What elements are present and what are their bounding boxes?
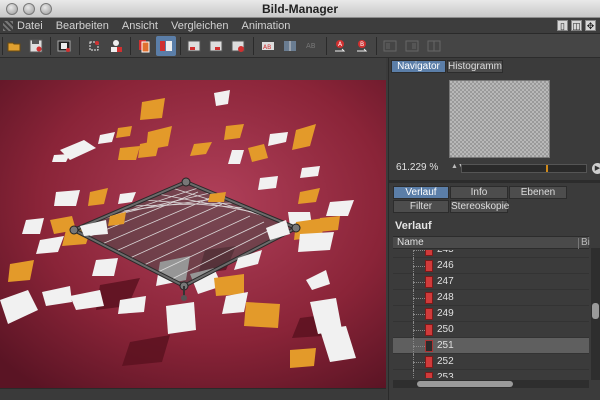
compare-button[interactable] xyxy=(156,36,176,56)
user-icon xyxy=(111,40,122,52)
open-folder-button[interactable] xyxy=(4,36,24,56)
folder-icon xyxy=(7,42,21,52)
list-item[interactable]: 249 xyxy=(393,306,589,322)
tab-ebenen[interactable]: Ebenen xyxy=(509,186,567,199)
panel-divider[interactable] xyxy=(389,180,600,183)
verlauf-list: 245 246 247 248 249 xyxy=(393,250,589,378)
frame-thumbnail-icon xyxy=(425,324,433,336)
frame-thumbnail-icon xyxy=(425,292,433,304)
image-gear-icon xyxy=(231,40,245,52)
navigator-preview[interactable] xyxy=(449,80,550,158)
save-button[interactable] xyxy=(26,36,46,56)
frame-thumbnail-icon xyxy=(425,276,433,288)
horizontal-scroll-thumb[interactable] xyxy=(417,381,513,387)
set-b-icon: B xyxy=(357,40,368,52)
frame-thumbnail-icon xyxy=(425,356,433,368)
stereo-a-button[interactable] xyxy=(380,36,400,56)
stereo-b-button[interactable] xyxy=(402,36,422,56)
tab-histogramm[interactable]: Histogramm xyxy=(447,60,503,73)
menu-bar: Datei Bearbeiten Ansicht Vergleichen Ani… xyxy=(0,18,600,34)
list-item[interactable]: 252 xyxy=(393,354,589,370)
view-ab-button[interactable] xyxy=(228,36,248,56)
timeline-slider[interactable] xyxy=(461,164,587,173)
stereo-ab-icon xyxy=(427,40,441,52)
image-view-b-icon xyxy=(209,40,223,52)
frame-thumbnail-icon xyxy=(425,250,433,256)
list-item[interactable]: 245 xyxy=(393,250,589,258)
frame-thumbnail-icon xyxy=(425,308,433,320)
list-item[interactable]: 253 xyxy=(393,370,589,378)
list-item[interactable]: 246 xyxy=(393,258,589,274)
copy-icon xyxy=(139,40,150,53)
menu-grip-icon[interactable] xyxy=(3,21,13,31)
list-header: Name Bi xyxy=(393,236,590,249)
list-item[interactable]: 247 xyxy=(393,274,589,290)
ab-swap-icon: AB xyxy=(306,42,316,50)
set-a-icon: A xyxy=(335,40,346,52)
stereo-a-icon xyxy=(383,40,397,52)
ab-split-button[interactable] xyxy=(280,36,300,56)
tab-stereoskopie[interactable]: Stereoskopie xyxy=(450,200,509,213)
render-image xyxy=(0,80,386,388)
ab-split-icon xyxy=(284,41,296,51)
copy-image-button[interactable] xyxy=(134,36,154,56)
menu-animation[interactable]: Animation xyxy=(241,19,290,33)
bild-manager-window: Bild-Manager Datei Bearbeiten Ansicht Ve… xyxy=(0,0,600,400)
compare-icon xyxy=(160,41,172,51)
column-bild[interactable]: Bi xyxy=(581,237,590,248)
window-title: Bild-Manager xyxy=(261,2,338,16)
menu-ansicht[interactable]: Ansicht xyxy=(122,19,158,33)
toolbar: AB AB A B xyxy=(0,34,600,58)
list-item[interactable]: 248 xyxy=(393,290,589,306)
title-bar: Bild-Manager xyxy=(0,0,600,18)
frame-thumbnail-icon xyxy=(425,372,433,378)
column-name[interactable]: Name xyxy=(397,237,424,248)
move-panel-icon[interactable]: ✥ xyxy=(585,20,596,31)
frame-thumbnail-icon xyxy=(425,260,433,272)
svg-text:AB: AB xyxy=(263,44,271,51)
zoom-row: 61.229 % ▲▼ ▶ xyxy=(393,162,600,176)
vertical-scrollbar[interactable] xyxy=(591,248,600,380)
menu-datei[interactable]: Datei xyxy=(17,19,43,33)
view-b-button[interactable] xyxy=(206,36,226,56)
render-animation-button[interactable] xyxy=(54,36,74,56)
stereo-ab-button[interactable] xyxy=(424,36,444,56)
view-a-button[interactable] xyxy=(184,36,204,56)
list-item[interactable]: 250 xyxy=(393,322,589,338)
menu-vergleichen[interactable]: Vergleichen xyxy=(171,19,229,33)
tab-verlauf[interactable]: Verlauf xyxy=(393,186,449,199)
film-icon xyxy=(57,40,71,52)
image-viewport[interactable] xyxy=(0,58,386,388)
horizontal-scrollbar[interactable] xyxy=(393,380,589,388)
verlauf-heading: Verlauf xyxy=(395,220,432,232)
tab-filter[interactable]: Filter xyxy=(393,200,449,213)
stereo-b-icon xyxy=(405,40,419,52)
region-render-button[interactable] xyxy=(84,36,104,56)
tab-navigator[interactable]: Navigator xyxy=(391,60,446,73)
right-panel: Navigator Histogramm 61.229 % ▲▼ ▶ Verla… xyxy=(388,58,600,400)
ab-compare-button[interactable]: AB xyxy=(258,36,278,56)
ab-icon: AB xyxy=(262,42,274,51)
ab-swap-button[interactable]: AB xyxy=(302,36,322,56)
region-icon xyxy=(89,41,99,51)
play-icon[interactable]: ▶ xyxy=(592,163,600,174)
tab-info[interactable]: Info xyxy=(450,186,508,199)
viewport-status-strip xyxy=(0,388,386,400)
timeline-handle[interactable] xyxy=(546,165,548,172)
svg-text:AB: AB xyxy=(306,42,316,50)
layout-split-icon[interactable]: ◫ xyxy=(571,20,582,31)
save-icon xyxy=(29,39,43,53)
menu-bearbeiten[interactable]: Bearbeiten xyxy=(56,19,109,33)
set-b-button[interactable]: B xyxy=(352,36,372,56)
list-item-selected[interactable]: 251 xyxy=(393,338,589,354)
layout-single-icon[interactable]: ▯ xyxy=(557,20,568,31)
image-view-icon xyxy=(187,40,201,52)
render-settings-button[interactable] xyxy=(106,36,126,56)
vertical-scroll-thumb[interactable] xyxy=(592,303,599,319)
set-a-button[interactable]: A xyxy=(330,36,350,56)
zoom-value[interactable]: 61.229 % xyxy=(396,162,438,173)
frame-thumbnail-icon xyxy=(425,340,433,352)
svg-text:B: B xyxy=(360,41,364,48)
